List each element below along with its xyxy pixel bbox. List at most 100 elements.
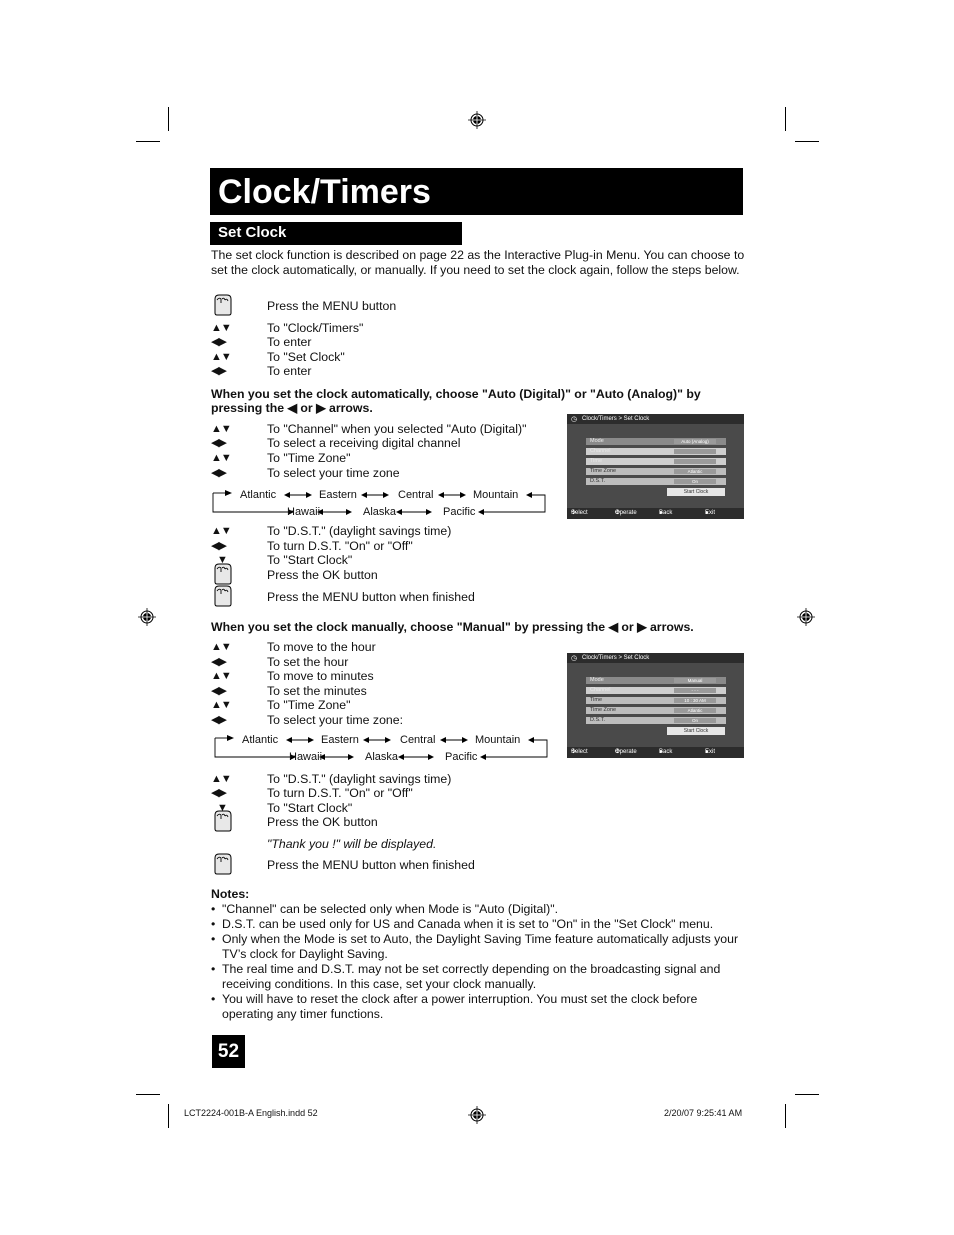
step-text: To turn D.S.T. "On" or "Off" xyxy=(267,539,413,553)
crop-mark xyxy=(136,1094,160,1095)
remote-press-icon xyxy=(211,293,241,322)
step-text: To "Time Zone" xyxy=(267,698,351,712)
crop-mark xyxy=(136,141,160,142)
footer-label: Select xyxy=(571,510,588,516)
start-clock-button[interactable]: Start Clock xyxy=(667,727,725,735)
step-text: Press the MENU button when finished xyxy=(267,590,475,604)
notes-title: Notes: xyxy=(211,887,250,901)
up-down-arrow-icon: ▲▼ xyxy=(211,322,232,334)
menu-row-label: Time Zone xyxy=(590,707,617,713)
menu-row-value: On xyxy=(674,479,716,484)
step-text: Press the MENU button xyxy=(267,299,397,313)
manual-heading: When you set the clock manually, choose … xyxy=(211,620,694,634)
step-text: To "D.S.T." (daylight savings time) xyxy=(267,772,452,786)
timezone-pacific: Pacific xyxy=(445,751,478,763)
left-right-arrow-icon: ◀▶ xyxy=(211,787,227,799)
step-text: To select a receiving digital channel xyxy=(267,436,461,450)
timezone-central: Central xyxy=(398,489,434,501)
timezone-hawaii: Hawaii xyxy=(287,506,321,518)
menu-row-mode[interactable]: Mode Auto (Analog) xyxy=(586,438,726,445)
page-title: Clock/Timers xyxy=(210,168,743,215)
up-down-arrow-icon: ▲▼ xyxy=(211,670,232,682)
timezone-atlantic: Atlantic xyxy=(242,734,279,746)
step-text: To move to minutes xyxy=(267,669,374,683)
menu-row-label: Channel xyxy=(590,687,611,693)
left-right-arrow-icon: ◀▶ xyxy=(211,437,227,449)
tv-screen-auto: Clock/Timers > Set Clock ◷ Mode Auto (Analo… xyxy=(567,414,744,519)
crop-mark xyxy=(168,107,169,131)
note-item: The real time and D.S.T. may not be set … xyxy=(211,962,746,992)
step-text: To "Start Clock" xyxy=(267,801,353,815)
crop-mark xyxy=(795,1094,819,1095)
up-down-arrow-icon: ▲▼ xyxy=(211,525,232,537)
crop-mark xyxy=(795,141,819,142)
step-text: Press the OK button xyxy=(267,568,378,582)
footer-label: Operate xyxy=(615,749,637,755)
auto-heading: When you set the clock automatically, ch… xyxy=(211,387,701,401)
remote-press-icon xyxy=(211,809,241,838)
menu-row-value xyxy=(674,449,716,454)
step-text: To turn D.S.T. "On" or "Off" xyxy=(267,786,413,800)
crop-mark xyxy=(785,107,786,131)
menu-row-d-s-t-[interactable]: D.S.T. On xyxy=(586,717,726,724)
menu-row-value: Atlantic xyxy=(674,708,716,713)
footer-label: Exit xyxy=(705,749,716,755)
left-right-arrow-icon: ◀▶ xyxy=(211,336,227,348)
slug-filename: LCT2224-001B-A English.indd 52 xyxy=(184,1108,318,1118)
note-item: You will have to reset the clock after a… xyxy=(211,992,746,1022)
step-text: To enter xyxy=(267,364,312,378)
menu-row-value: Auto (Analog) xyxy=(674,439,716,444)
menu-row-label: Mode xyxy=(590,677,604,683)
footer-label: Back xyxy=(659,510,673,516)
step-text: Press the MENU button when finished xyxy=(267,858,475,872)
start-clock-button[interactable]: Start Clock xyxy=(667,488,725,496)
registration-mark-icon xyxy=(468,111,486,129)
slug-timestamp: 2/20/07 9:25:41 AM xyxy=(664,1108,743,1118)
up-down-arrow-icon: ▲▼ xyxy=(211,351,232,363)
footer-label: Select xyxy=(571,749,588,755)
menu-row-value xyxy=(674,459,716,464)
menu-row-label: D.S.T. xyxy=(590,717,605,723)
step-text: To set the hour xyxy=(267,655,349,669)
screen-breadcrumb: Clock/Timers > Set Clock xyxy=(567,414,744,424)
clock-icon: ◷ xyxy=(571,655,578,662)
step-text: To move to the hour xyxy=(267,640,376,654)
notes-section: Notes: "Channel" can be selected only wh… xyxy=(211,887,746,1022)
left-right-arrow-icon: ◀▶ xyxy=(211,685,227,697)
note-item: "Channel" can be selected only when Mode… xyxy=(211,902,746,917)
step-text: To "Channel" when you selected "Auto (Di… xyxy=(267,422,527,436)
menu-row-time[interactable]: Time 10 : 30 AM xyxy=(586,697,726,704)
timezone-eastern: Eastern xyxy=(319,489,357,501)
menu-row-d-s-t-[interactable]: D.S.T. On xyxy=(586,478,726,485)
up-down-arrow-icon: ▲▼ xyxy=(211,773,232,785)
up-down-arrow-icon: ▲▼ xyxy=(211,423,232,435)
step-text: To "Time Zone" xyxy=(267,451,351,465)
menu-row-value: Manual xyxy=(674,678,716,683)
menu-row-channel[interactable]: Channel - - - xyxy=(586,687,726,694)
timezone-mountain: Mountain xyxy=(473,489,519,501)
left-right-arrow-icon: ◀▶ xyxy=(211,656,227,668)
left-right-arrow-icon: ◀▶ xyxy=(211,365,227,377)
auto-heading-2: pressing the ◀ or ▶ arrows. xyxy=(211,401,373,415)
timezone-mountain: Mountain xyxy=(475,734,521,746)
remote-press-icon xyxy=(211,852,241,881)
registration-mark-icon xyxy=(797,608,815,626)
menu-row-channel[interactable]: Channel xyxy=(586,448,726,455)
menu-row-time-zone[interactable]: Time Zone Atlantic xyxy=(586,468,726,475)
tv-screen-manual: Clock/Timers > Set Clock ◷ Mode Manual Chann… xyxy=(567,653,744,758)
menu-row-label: Time xyxy=(590,697,603,703)
step-text: To "Set Clock" xyxy=(267,350,345,364)
menu-row-time-zone[interactable]: Time Zone Atlantic xyxy=(586,707,726,714)
menu-row-label: Time xyxy=(590,458,603,464)
up-down-arrow-icon: ▲▼ xyxy=(211,641,232,653)
footer-label: Operate xyxy=(615,510,637,516)
remote-press-icon xyxy=(211,584,241,613)
menu-row-value: On xyxy=(674,718,716,723)
menu-row-time[interactable]: Time xyxy=(586,458,726,465)
note-item: D.S.T. can be used only for US and Canad… xyxy=(211,917,746,932)
menu-row-mode[interactable]: Mode Manual xyxy=(586,677,726,684)
step-text: Press the OK button xyxy=(267,815,378,829)
footer-label: Back xyxy=(659,749,673,755)
timezone-hawaii: Hawaii xyxy=(289,751,323,763)
menu-row-value: 10 : 30 AM xyxy=(674,698,716,703)
